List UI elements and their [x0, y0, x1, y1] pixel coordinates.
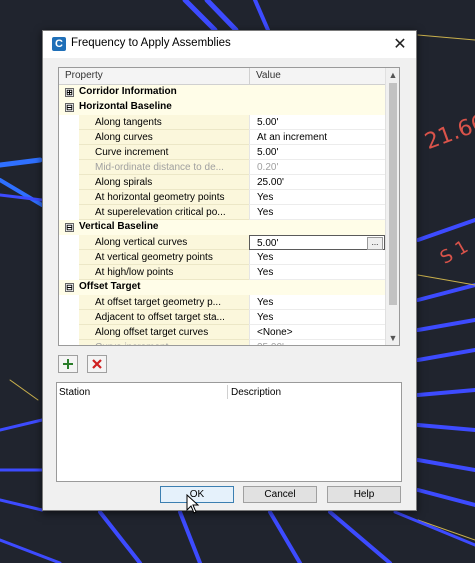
delete-x-icon	[92, 359, 102, 369]
delete-station-button[interactable]	[87, 355, 107, 373]
property-value-text: At an increment	[257, 132, 328, 143]
collapse-minus-icon[interactable]: ⊟	[65, 283, 74, 292]
property-label: At offset target geometry p...	[79, 295, 249, 310]
property-value-text: 0.20'	[257, 162, 279, 173]
ellipsis-button[interactable]: ...	[367, 237, 383, 250]
property-label: Along vertical curves	[79, 235, 249, 250]
property-value-text: Yes	[257, 252, 274, 263]
property-row[interactable]: Along tangents 5.00'	[59, 115, 385, 130]
category-row[interactable]: ⊟ Offset Target	[59, 280, 385, 295]
property-value[interactable]: Yes	[249, 190, 385, 205]
property-value-text: <None>	[257, 327, 293, 338]
add-station-button[interactable]	[58, 355, 78, 373]
property-row[interactable]: At horizontal geometry points Yes	[59, 190, 385, 205]
property-label: At vertical geometry points	[79, 250, 249, 265]
collapse-minus-icon[interactable]: ⊟	[65, 103, 74, 112]
property-label: Adjacent to offset target sta...	[79, 310, 249, 325]
grid-vertical-scrollbar[interactable]: ▲ ▼	[385, 68, 399, 345]
property-value-text: 5.00'	[257, 117, 279, 128]
category-row[interactable]: ⊞ Corridor Information	[59, 85, 385, 100]
category-row[interactable]: ⊟ Vertical Baseline	[59, 220, 385, 235]
property-value[interactable]: Yes	[249, 310, 385, 325]
category-label: Offset Target	[79, 281, 141, 292]
plus-icon	[63, 359, 73, 369]
dialog-titlebar[interactable]: C Frequency to Apply Assemblies ✕	[43, 31, 416, 58]
property-value[interactable]: 25.00'	[249, 340, 385, 345]
dialog-title: Frequency to Apply Assemblies	[71, 37, 231, 49]
property-row[interactable]: At high/low points Yes	[59, 265, 385, 280]
scroll-up-arrow-icon[interactable]: ▲	[386, 68, 399, 82]
property-value[interactable]: Yes	[249, 205, 385, 220]
property-column-header: Property	[65, 70, 103, 81]
station-list[interactable]: Station Description	[56, 382, 402, 482]
property-row[interactable]: At offset target geometry p... Yes	[59, 295, 385, 310]
property-row[interactable]: Mid-ordinate distance to de... 0.20'	[59, 160, 385, 175]
collapse-minus-icon[interactable]: ⊟	[65, 223, 74, 232]
property-value-text: Yes	[257, 207, 274, 218]
help-button[interactable]: Help	[327, 486, 401, 503]
property-label: Curve increment	[79, 145, 249, 160]
property-row[interactable]: At vertical geometry points Yes	[59, 250, 385, 265]
property-value[interactable]: Yes	[249, 265, 385, 280]
grid-header: Property Value	[59, 68, 385, 85]
scroll-thumb[interactable]	[389, 83, 397, 305]
civil3d-app-icon: C	[52, 37, 66, 51]
property-value-text: Yes	[257, 312, 274, 323]
scroll-down-arrow-icon[interactable]: ▼	[386, 331, 399, 345]
description-column-header: Description	[231, 387, 282, 398]
property-value[interactable]: 25.00'	[249, 175, 385, 190]
property-value-text: Yes	[257, 267, 274, 278]
property-value[interactable]: Yes	[249, 295, 385, 310]
property-value-text: 5.00'	[257, 238, 279, 249]
property-label: Along offset target curves	[79, 325, 249, 340]
category-label: Horizontal Baseline	[79, 101, 172, 112]
property-value[interactable]: <None>	[249, 325, 385, 340]
close-button[interactable]: ✕	[390, 34, 410, 54]
mouse-pointer-icon	[186, 494, 200, 514]
category-label: Corridor Information	[79, 86, 177, 97]
column-divider[interactable]	[249, 68, 250, 84]
property-value-text: Yes	[257, 192, 274, 203]
frequency-dialog: C Frequency to Apply Assemblies ✕ Proper…	[42, 30, 417, 511]
expand-plus-icon[interactable]: ⊞	[65, 88, 74, 97]
property-label: At superelevation critical po...	[79, 205, 249, 220]
property-value[interactable]: Yes	[249, 250, 385, 265]
station-column-header: Station	[59, 387, 91, 398]
property-value-text: 5.00'	[257, 147, 279, 158]
property-label: Mid-ordinate distance to de...	[79, 160, 249, 175]
property-row[interactable]: Curve increment 25.00'	[59, 340, 385, 345]
property-label: At horizontal geometry points	[79, 190, 249, 205]
category-label: Vertical Baseline	[79, 221, 159, 232]
property-label: Along curves	[79, 130, 249, 145]
property-value-text: 25.00'	[257, 177, 284, 188]
property-value[interactable]: 5.00'...	[249, 235, 385, 250]
property-row[interactable]: Along offset target curves <None>	[59, 325, 385, 340]
property-label: Along spirals	[79, 175, 249, 190]
property-row[interactable]: Adjacent to offset target sta... Yes	[59, 310, 385, 325]
property-value[interactable]: 0.20'	[249, 160, 385, 175]
property-row[interactable]: Along curves At an increment	[59, 130, 385, 145]
property-grid[interactable]: Property Value ⊞ Corridor Information ⊟ Hor…	[58, 67, 400, 346]
value-column-header: Value	[256, 70, 281, 81]
property-value-text: 25.00'	[257, 342, 284, 345]
property-label: At high/low points	[79, 265, 249, 280]
property-value[interactable]: 5.00'	[249, 115, 385, 130]
property-row[interactable]: Along vertical curves 5.00'...	[59, 235, 385, 250]
station-list-header: Station Description	[57, 383, 401, 400]
property-row[interactable]: At superelevation critical po... Yes	[59, 205, 385, 220]
property-row[interactable]: Along spirals 25.00'	[59, 175, 385, 190]
close-icon: ✕	[393, 36, 407, 53]
category-row[interactable]: ⊟ Horizontal Baseline	[59, 100, 385, 115]
list-column-divider[interactable]	[227, 385, 228, 399]
property-row[interactable]: Curve increment 5.00'	[59, 145, 385, 160]
property-label: Curve increment	[79, 340, 249, 345]
cancel-button[interactable]: Cancel	[243, 486, 317, 503]
property-label: Along tangents	[79, 115, 249, 130]
property-value[interactable]: 5.00'	[249, 145, 385, 160]
property-value[interactable]: At an increment	[249, 130, 385, 145]
property-value-text: Yes	[257, 297, 274, 308]
